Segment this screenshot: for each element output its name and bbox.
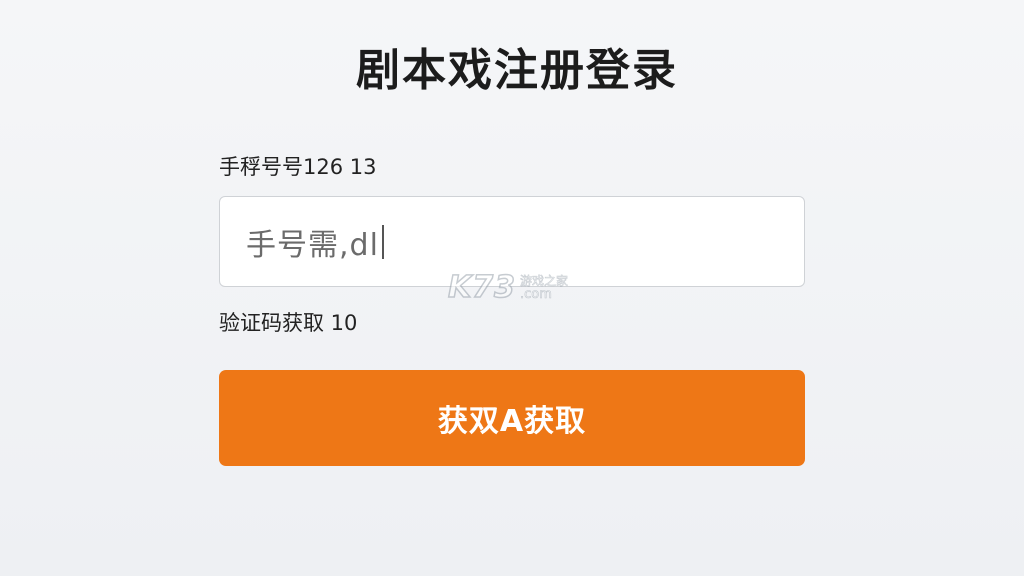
- login-page: 剧本戏注册登录 手稃号号126 13 手号需,dl 验证码获取 10 获双A获取…: [0, 0, 1024, 576]
- phone-number-label: 手稃号号126 13: [219, 155, 377, 179]
- text-cursor: [381, 224, 384, 259]
- watermark-site-name: 游戏之家: [520, 273, 569, 288]
- watermark-domain: .com: [520, 286, 553, 302]
- get-code-button[interactable]: 获双A获取: [219, 370, 805, 466]
- page-title: 剧本戏注册登录: [356, 45, 678, 96]
- site-watermark: K73 游戏之家 .com: [447, 269, 569, 306]
- verification-code-label: 验证码获取 10: [219, 311, 358, 335]
- watermark-text: 游戏之家 .com: [520, 273, 569, 302]
- phone-number-input-value: 手号需,dl: [246, 227, 379, 263]
- watermark-logo: K73: [447, 269, 516, 306]
